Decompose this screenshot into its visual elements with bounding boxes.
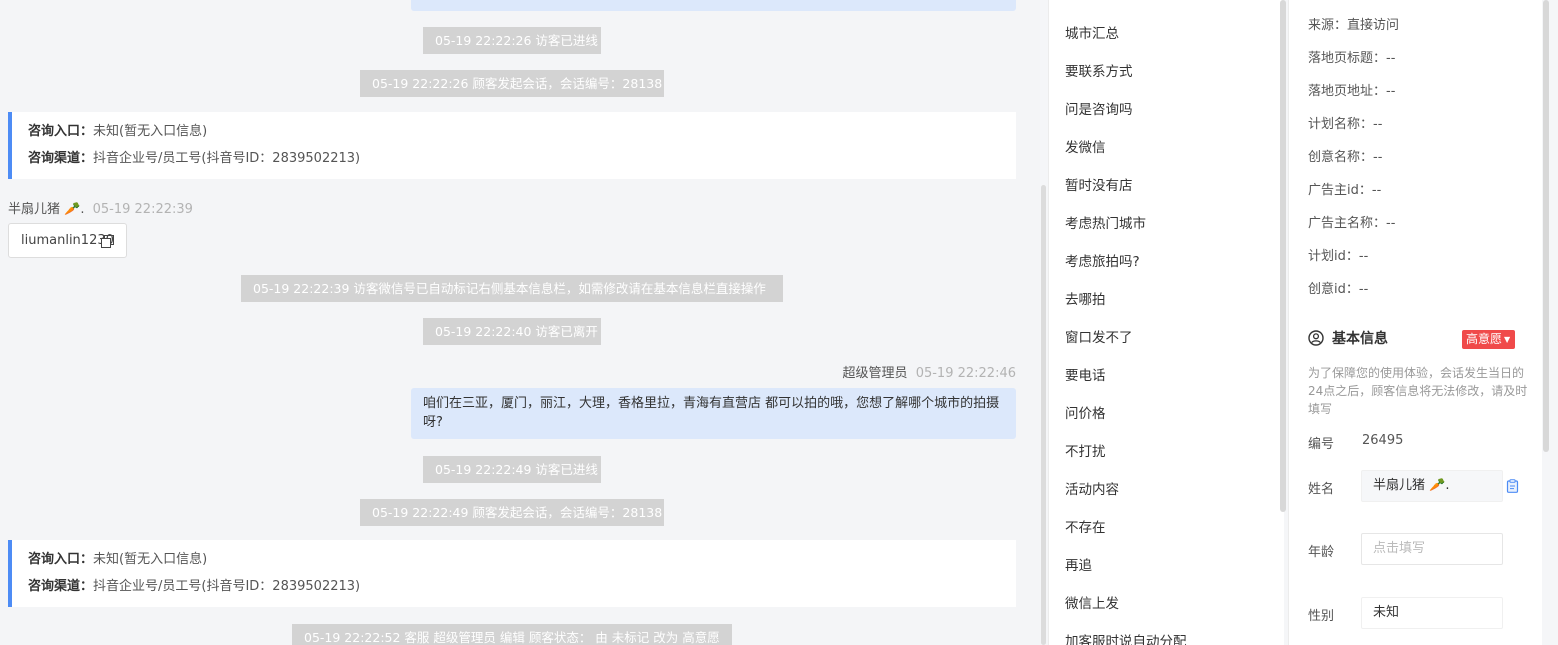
quick-reply-item[interactable]: 不打扰 [1065, 440, 1106, 460]
visitor-message-card[interactable]: liumanlin1230 [8, 223, 127, 258]
quick-reply-item[interactable]: 要电话 [1065, 364, 1106, 384]
creative-id-label: 创意id： [1308, 282, 1359, 297]
quick-reply-item[interactable]: 暂时没有店 [1065, 174, 1133, 194]
channel-value: 抖音企业号/员工号(抖音号ID：2839502213) [93, 151, 361, 166]
quick-reply-item[interactable]: 微信上发 [1065, 592, 1119, 612]
visitor-message-time: 05-19 22:22:39 [92, 202, 193, 217]
quick-reply-item[interactable]: 问是咨询吗 [1065, 98, 1133, 118]
advertiser-name-value: -- [1386, 216, 1396, 231]
entry-value: 未知(暂无入口信息) [93, 552, 208, 567]
creative-name-label: 创意名称： [1308, 150, 1374, 165]
id-label: 编号 [1308, 437, 1335, 452]
quick-reply-item[interactable]: 活动内容 [1065, 478, 1119, 498]
carrot-icon: 🥕 [1429, 478, 1446, 493]
quick-reply-item[interactable]: 问价格 [1065, 402, 1106, 422]
visitor-name-suffix: . [80, 202, 85, 217]
intent-status-label: 高意愿 [1466, 332, 1503, 346]
entry-label: 咨询入口： [28, 552, 94, 567]
name-field[interactable]: 半扇儿猪 🥕. [1361, 470, 1503, 502]
basic-info-title-text: 基本信息 [1332, 331, 1388, 347]
system-message: 05-19 22:22:39 访客微信号已自动标记右侧基本信息栏，如需修改请在基… [241, 275, 783, 302]
channel-label: 咨询渠道： [28, 579, 94, 594]
user-circle-icon [1308, 330, 1324, 346]
edit-notice: 为了保障您的使用体验，会话发生当日的24点之后，顾客信息将无法修改，请及时填写 [1308, 366, 1528, 416]
entry-label: 咨询入口： [28, 124, 94, 139]
plan-name-label: 计划名称： [1308, 117, 1374, 132]
caret-down-icon: ▼ [1504, 335, 1511, 344]
customer-info-panel: 来源：直接访问 落地页标题：-- 落地页地址：-- 计划名称：-- 创意名称：-… [1288, 0, 1542, 645]
quick-reply-item[interactable]: 加客服时说自动分配 [1065, 630, 1187, 645]
source-value: 直接访问 [1347, 18, 1400, 33]
plan-name-row: 计划名称：-- [1308, 113, 1382, 132]
creative-name-value: -- [1373, 150, 1383, 165]
quick-reply-item[interactable]: 窗口发不了 [1065, 326, 1133, 346]
creative-id-row: 创意id：-- [1308, 278, 1368, 297]
quick-reply-item[interactable]: 考虑热门城市 [1065, 212, 1146, 232]
basic-info-title: 基本信息 [1308, 328, 1388, 348]
quick-reply-item[interactable]: 再追 [1065, 554, 1092, 574]
advertiser-name-row: 广告主名称：-- [1308, 212, 1395, 231]
gender-label: 性别 [1308, 609, 1335, 624]
channel-value: 抖音企业号/员工号(抖音号ID：2839502213) [93, 579, 361, 594]
agent-sender-line: 超级管理员 05-19 22:22:46 [843, 362, 1016, 381]
creative-name-row: 创意名称：-- [1308, 146, 1382, 165]
landing-title-value: -- [1386, 51, 1396, 66]
copy-icon[interactable] [101, 235, 114, 248]
channel-label: 咨询渠道： [28, 151, 94, 166]
name-label: 姓名 [1308, 482, 1335, 497]
entry-value: 未知(暂无入口信息) [93, 124, 208, 139]
plan-name-value: -- [1373, 117, 1383, 132]
visitor-sender-line: 半扇儿猪 🥕. 05-19 22:22:39 [8, 198, 193, 217]
advertiser-id-row: 广告主id：-- [1308, 179, 1381, 198]
age-label: 年龄 [1308, 545, 1335, 560]
system-message: 05-19 22:22:49 访客已进线 [423, 456, 601, 483]
landing-url-value: -- [1386, 84, 1396, 99]
source-row: 来源：直接访问 [1308, 14, 1399, 33]
quick-reply-item[interactable]: 不存在 [1065, 516, 1106, 536]
source-label: 来源： [1308, 18, 1348, 33]
chat-bubble-partial [411, 0, 1016, 11]
plan-id-label: 计划id： [1308, 249, 1359, 264]
consult-info-card: 咨询入口：未知(暂无入口信息) 咨询渠道：抖音企业号/员工号(抖音号ID：283… [8, 540, 1016, 607]
system-message: 05-19 22:22:26 访客已进线 [423, 27, 601, 54]
quick-reply-item[interactable]: 发微信 [1065, 136, 1106, 156]
age-input[interactable]: 点击填写 [1361, 533, 1503, 565]
gender-select[interactable]: 未知 [1361, 597, 1503, 629]
plan-id-value: -- [1358, 249, 1369, 264]
system-message: 05-19 22:22:26 顾客发起会话，会话编号：28138 [360, 70, 664, 97]
id-value: 26495 [1362, 433, 1404, 448]
quick-reply-scrollbar[interactable] [1280, 0, 1286, 512]
clipboard-icon[interactable] [1506, 479, 1519, 493]
system-message: 05-19 22:22:49 顾客发起会话，会话编号：28138 [360, 499, 664, 526]
name-value-suffix: . [1445, 478, 1450, 493]
intent-status-dropdown[interactable]: 高意愿 ▼ [1462, 330, 1516, 349]
agent-message-time: 05-19 22:22:46 [915, 366, 1016, 381]
system-message: 05-19 22:22:40 访客已离开 [423, 318, 601, 345]
info-panel-scrollbar[interactable] [1543, 0, 1549, 452]
advertiser-id-value: -- [1371, 183, 1382, 198]
landing-url-row: 落地页地址：-- [1308, 80, 1395, 99]
agent-name: 超级管理员 [842, 366, 908, 381]
advertiser-id-label: 广告主id： [1308, 183, 1372, 198]
visitor-name: 半扇儿猪 [8, 202, 61, 217]
chat-pane: 05-19 22:22:26 访客已进线 05-19 22:22:26 顾客发起… [0, 0, 1040, 645]
name-value: 半扇儿猪 [1373, 478, 1426, 493]
landing-url-label: 落地页地址： [1308, 84, 1387, 99]
landing-title-label: 落地页标题： [1308, 51, 1387, 66]
agent-message-bubble: 咱们在三亚，厦门，丽江，大理，香格里拉，青海有直营店 都可以拍的哦，您想了解哪个… [411, 388, 1016, 439]
system-message: 05-19 22:22:52 客服 超级管理员 编辑 顾客状态： 由 未标记 改… [292, 624, 732, 645]
visitor-message-text: liumanlin1230 [21, 233, 114, 248]
quick-reply-item[interactable]: 城市汇总 [1065, 22, 1119, 42]
consult-info-card: 咨询入口：未知(暂无入口信息) 咨询渠道：抖音企业号/员工号(抖音号ID：283… [8, 112, 1016, 179]
quick-reply-item[interactable]: 要联系方式 [1065, 60, 1133, 80]
quick-reply-item[interactable]: 去哪拍 [1065, 288, 1106, 308]
creative-id-value: -- [1358, 282, 1369, 297]
landing-title-row: 落地页标题：-- [1308, 47, 1395, 66]
quick-reply-item[interactable]: 考虑旅拍吗? [1065, 250, 1140, 270]
plan-id-row: 计划id：-- [1308, 245, 1368, 264]
carrot-icon: 🥕 [64, 202, 81, 217]
advertiser-name-label: 广告主名称： [1308, 216, 1387, 231]
chat-scrollbar[interactable] [1041, 185, 1046, 645]
quick-reply-list: 城市汇总 要联系方式 问是咨询吗 发微信 暂时没有店 考虑热门城市 考虑旅拍吗?… [1048, 0, 1284, 645]
